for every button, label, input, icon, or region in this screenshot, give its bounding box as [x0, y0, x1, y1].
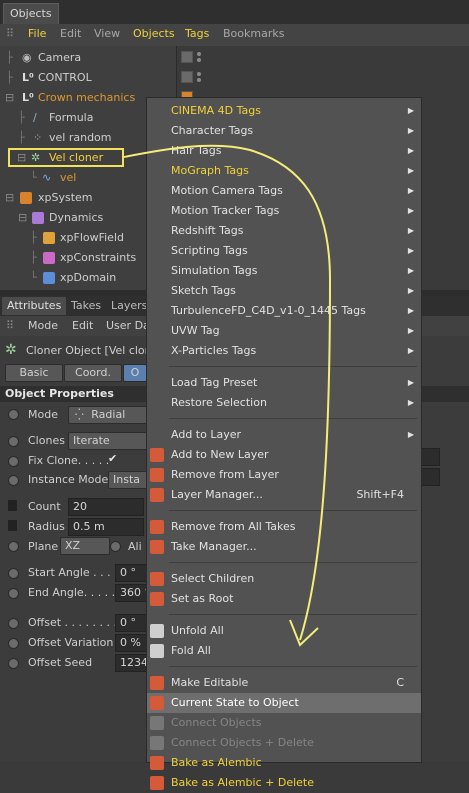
- menu-item-label: Bake as Alembic + Delete: [171, 776, 314, 789]
- arrow-path: [123, 144, 332, 641]
- menu-item-bake-as-alembic-delete[interactable]: Bake as Alembic + Delete: [147, 773, 421, 793]
- annotation-arrow: [123, 144, 332, 647]
- bake-as-alembic-delete-icon: [150, 776, 164, 790]
